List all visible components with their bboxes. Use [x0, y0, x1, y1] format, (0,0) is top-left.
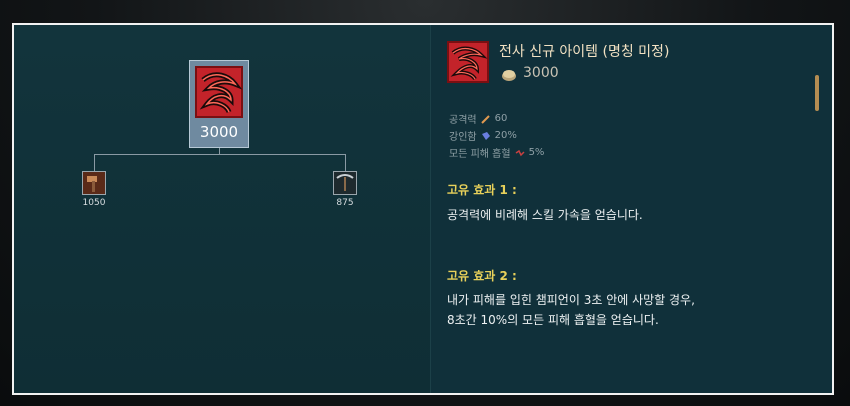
passive-title-2: 고유 효과 2 :	[447, 269, 517, 283]
pickaxe-icon	[334, 172, 356, 194]
stat-label: 공격력	[449, 115, 477, 126]
tenacity-icon	[481, 131, 490, 140]
item-details: 전사 신규 아이템 (명칭 미정) 3000 공격력 60 강인함 20% 모든…	[431, 25, 832, 393]
item-detail-icon	[447, 41, 489, 83]
component-item-2[interactable]	[333, 171, 357, 195]
sword-stat-icon	[480, 114, 490, 124]
gold-coin-icon	[501, 67, 517, 81]
passive-title-1: 고유 효과 1 :	[447, 183, 517, 197]
main-item-slot[interactable]: 3000	[189, 60, 249, 148]
tree-connector	[345, 154, 346, 171]
scrollbar-thumb[interactable]	[815, 75, 819, 111]
main-item-price: 3000	[199, 123, 239, 141]
stat-omnivamp: 모든 피해 흡혈 5%	[449, 145, 544, 160]
component-item-1[interactable]	[82, 171, 106, 195]
item-build-tree: 3000 1050 875	[14, 25, 430, 393]
stat-tenacity: 강인함 20%	[449, 128, 517, 143]
passive-desc-2-line-2: 8초간 10%의 모든 피해 흡혈을 얻습니다.	[447, 313, 659, 327]
passive-desc-2-line-1: 내가 피해를 입힌 챔피언이 3초 안에 사망할 경우,	[447, 293, 695, 307]
stat-value: 60	[494, 113, 508, 124]
passive-desc-1-line-1: 공격력에 비례해 스킬 가속을 얻습니다.	[447, 208, 643, 222]
tree-connector	[94, 154, 95, 171]
stat-label: 강인함	[449, 132, 477, 143]
stat-label: 모든 피해 흡혈	[449, 149, 511, 160]
tree-connector	[94, 154, 346, 155]
stat-attack-damage: 공격력 60	[449, 111, 507, 126]
lifesteal-icon	[515, 149, 525, 156]
item-cost: 3000	[523, 65, 559, 81]
component-price-2: 875	[336, 198, 354, 208]
item-icon	[195, 66, 243, 118]
item-name: 전사 신규 아이템 (명칭 미정)	[499, 44, 670, 60]
item-tooltip-panel: 3000 1050 875 전사 신규 아이템 (명칭 미정) 3000 공격력…	[12, 23, 834, 395]
stat-value: 5%	[528, 147, 545, 158]
component-price-1: 1050	[82, 198, 106, 208]
stat-value: 20%	[494, 130, 517, 141]
hammer-icon	[83, 172, 105, 194]
